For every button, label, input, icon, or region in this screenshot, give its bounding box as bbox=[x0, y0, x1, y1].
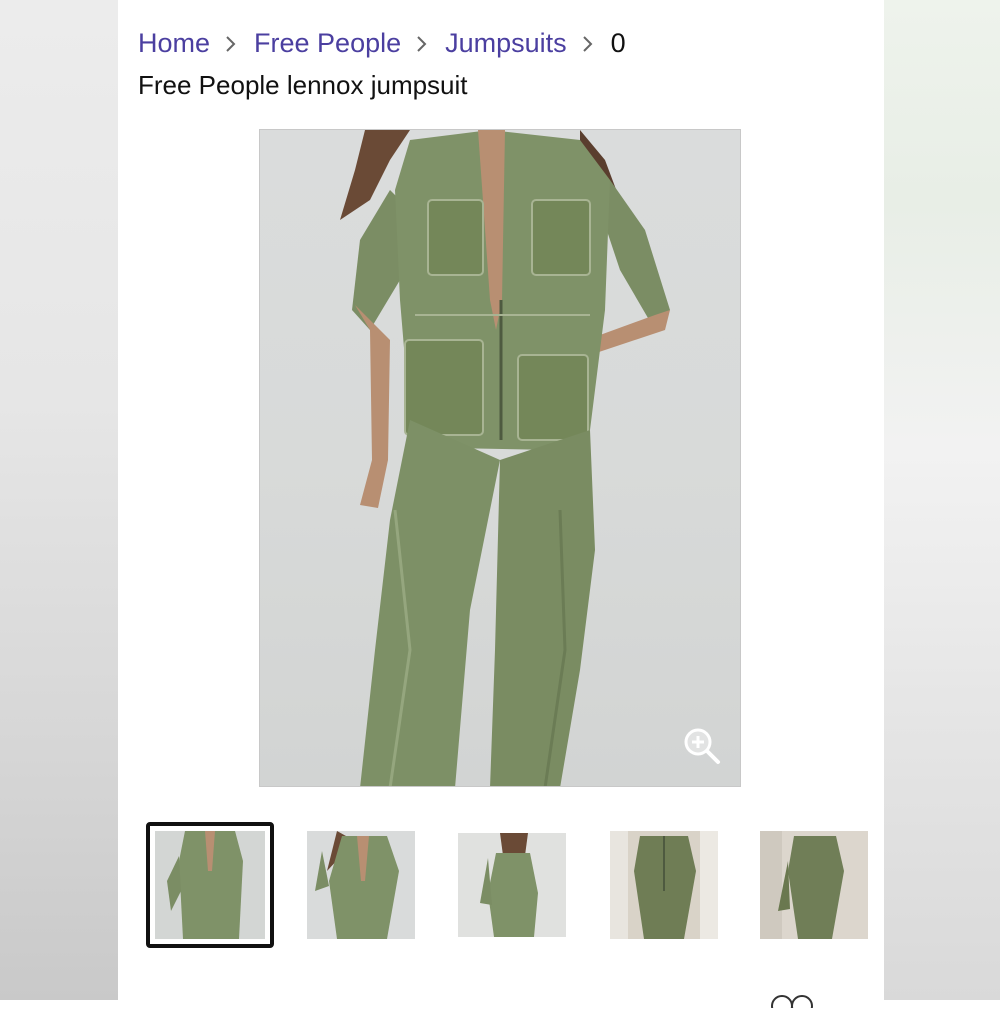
jumpsuit-illustration bbox=[340, 130, 670, 786]
breadcrumb-free-people[interactable]: Free People bbox=[254, 28, 401, 59]
thumbnail-2[interactable] bbox=[306, 822, 416, 948]
breadcrumb-home[interactable]: Home bbox=[138, 28, 210, 59]
share-icon[interactable] bbox=[768, 988, 828, 1013]
product-panel: Home Free People Jumpsuits 0 Free People… bbox=[118, 0, 886, 1013]
main-product-image[interactable] bbox=[259, 129, 741, 787]
blurred-background-left bbox=[0, 0, 118, 1000]
breadcrumb-jumpsuits[interactable]: Jumpsuits bbox=[445, 28, 567, 59]
thumbnail-1[interactable] bbox=[146, 822, 274, 948]
blurred-background-right bbox=[884, 0, 1000, 1000]
chevron-right-icon bbox=[409, 26, 437, 60]
thumbnail-strip bbox=[146, 822, 886, 948]
zoom-in-icon[interactable] bbox=[680, 724, 724, 768]
chevron-right-icon bbox=[218, 26, 246, 60]
breadcrumb: Home Free People Jumpsuits 0 bbox=[138, 26, 626, 60]
product-title: Free People lennox jumpsuit bbox=[138, 70, 468, 100]
thumbnail-4[interactable] bbox=[609, 822, 719, 948]
chevron-right-icon bbox=[575, 26, 603, 60]
thumbnail-5[interactable] bbox=[759, 822, 869, 948]
breadcrumb-current: 0 bbox=[610, 27, 626, 58]
thumbnail-3[interactable] bbox=[458, 822, 566, 948]
